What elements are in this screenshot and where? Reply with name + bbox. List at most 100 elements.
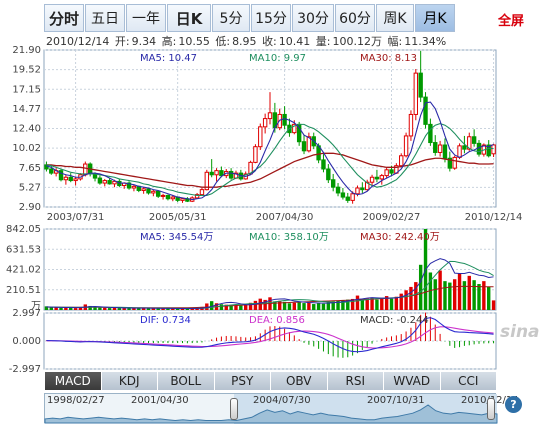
candle-body [165,194,171,200]
price-x-tick-label: 2007/04/30 [256,212,314,223]
candle-body [471,136,477,144]
candle-body [418,72,423,98]
candle-body [141,188,146,191]
candle-body [452,156,457,169]
volume-bar [462,281,467,310]
candle-body [345,196,350,201]
candle-body [151,190,156,194]
volume-bar [375,299,379,310]
price-y-tick-label: 14.77 [12,104,41,115]
volume-bar [433,279,437,310]
candle-body [457,145,462,158]
price-y-tick-label: 7.65 [19,163,41,174]
ma10-label: MA10: 9.97 [249,53,306,64]
candle-body [369,176,375,183]
indicator-tab-cci[interactable]: CCI [439,372,496,390]
volume-y-tick-label: 210.51 [6,285,41,296]
volume-bar [307,302,311,310]
candle-body [97,177,103,184]
indicator-tab-obv[interactable]: OBV [270,372,327,390]
price-x-tick-label: 2009/02/27 [363,212,421,223]
volume-bar [438,270,442,310]
volume-bar [360,299,365,310]
slider-right-handle[interactable] [487,398,495,420]
range-slider[interactable]: 1998/02/27 2001/04/30 2004/07/30 2007/10/31… [44,393,519,424]
volume-bar [452,279,457,310]
volume-bar [59,307,63,310]
volume-bar [312,304,316,310]
indicator-tab-kdj[interactable]: KDJ [100,372,157,390]
candle-body [258,126,263,148]
volume-ma5-label: MA5: 345.54万 [140,232,213,243]
volume-bar [365,298,369,310]
candle-body [107,180,112,185]
candle-body [462,145,467,150]
price-y-tick-label: 19.52 [12,65,41,76]
candle-body [374,176,380,180]
indicator-tab-wvad[interactable]: WVAD [383,372,440,390]
candle-body [209,171,214,176]
dif-label: DIF: 0.734 [140,315,191,326]
help-icon[interactable]: ? [505,396,522,413]
indicator-tab-psy[interactable]: PSY [213,372,270,390]
indicator-tab-rsi[interactable]: RSI [326,372,383,390]
sina-logo: sina [500,322,540,342]
candle-body [442,144,448,159]
volume-bar [287,303,292,310]
candle-body [360,187,365,191]
candle-body [68,176,73,182]
volume-y-tick-label: 842.05 [6,224,41,235]
price-y-tick-label: 10.02 [12,143,41,154]
indicator-tab-macd[interactable]: MACD [44,372,101,390]
candle-body [267,112,273,120]
candle-body [219,170,224,177]
price-x-tick-label: 2003/07/31 [47,212,105,223]
volume-bar [137,308,141,310]
ma30-label: MA30: 8.13 [360,53,417,64]
slider-date-label: 2001/04/30 [131,395,189,406]
indicator-tab-boll[interactable]: BOLL [157,372,214,390]
slider-left-handle[interactable] [230,398,238,420]
volume-bar [477,284,481,310]
volume-bar [321,303,326,310]
price-y-tick-label: 5.27 [19,182,41,193]
candle-body [428,123,433,144]
volume-bar [297,301,301,310]
volume-bar [418,264,423,310]
volume-bar [239,305,243,310]
candle-body [228,170,234,179]
candle-body [214,170,219,176]
candle-body [340,192,346,198]
candle-body [180,198,185,201]
candle-body [253,146,258,163]
volume-bar [103,307,107,310]
candle-body [170,196,175,200]
price-y-tick-label: 12.40 [12,124,41,135]
candle-body [476,142,482,155]
candle-body [102,180,107,184]
volume-ma10-label: MA10: 358.10万 [249,232,329,243]
candle-body [413,72,419,115]
volume-bar [243,304,248,310]
volume-bar [234,305,238,310]
candle-body [350,193,355,201]
ma5-label: MA5: 10.47 [140,53,197,64]
candle-body [321,159,326,170]
volume-ma30-label: MA30: 242.40万 [360,232,440,243]
price-x-tick-label: 2005/05/31 [149,212,207,223]
candle-body [160,194,166,197]
candle-body [491,144,496,155]
candle-body [355,187,360,195]
dea-label: DEA: 0.856 [249,315,305,326]
candle-body [335,186,341,194]
indicator-tab-bar: MACD KDJ BOLL PSY OBV RSI WVAD CCI [44,372,496,390]
candle-body [199,189,205,196]
candle-body [156,190,161,197]
price-y-tick-label: 21.90 [12,45,41,56]
volume-bar [107,308,112,310]
volume-bar [487,286,491,310]
candle-body [408,113,414,137]
macd-y-tick-label: 0.000 [12,336,41,347]
volume-bar [302,303,306,310]
candle-body [49,168,54,174]
